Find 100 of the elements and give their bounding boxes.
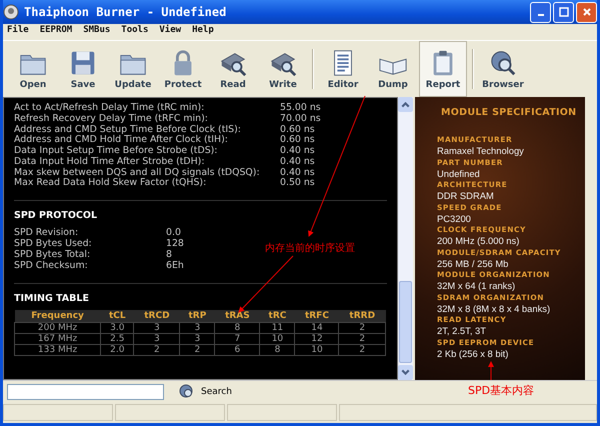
maximize-icon [558,7,568,17]
parameter-value: 6Eh [166,260,184,271]
table-cell: 6 [214,344,260,356]
spec-value: Undefined [437,168,481,179]
parameter-value: 0.0 [166,227,181,238]
table-cell: 2.0 [100,344,134,356]
column-header: tRAS [214,310,260,322]
table-cell: 7 [214,333,260,344]
menu-item[interactable]: File [7,25,29,39]
parameter-value: 8 [166,248,172,260]
column-header: tCL [100,310,134,322]
window-title: Thaiphoon Burner - Undefined [24,5,228,19]
minimize-button[interactable] [530,2,551,22]
spec-value: 32M x 8 (8M x 8 x 4 banks) [437,302,552,314]
parameter-label: Data Input Setup Time Before Strobe (tDS): [14,145,218,156]
close-icon [582,7,592,17]
scrollbar-thumb[interactable] [399,281,412,363]
toolbar-button[interactable]: Protect [159,41,207,97]
toolbar-button[interactable]: Write [259,41,307,97]
close-button[interactable] [576,2,597,22]
column-header: tRP [180,310,215,322]
toolbar-button[interactable]: Report [419,41,467,97]
table-cell: 12 [294,333,339,344]
parameter-label: SPD Revision: [14,227,80,238]
column-header: tRFC [294,310,339,322]
toolbar-button[interactable]: Editor [319,41,367,97]
menu-item[interactable]: EEPROM [40,25,72,39]
table-cell: 2 [338,322,386,334]
column-header: Frequency [14,310,101,322]
table-cell: 2 [338,333,386,344]
spec-value: 32M x 64 (1 ranks) [437,280,516,292]
table-cell: 133 MHz [14,344,101,356]
spec-value: 2 Kb (256 x 8 bit) [437,348,510,359]
app-icon [3,4,19,20]
spec-value: 200 MHz (5.000 ns) [437,235,520,246]
parameter-label: Data Input Hold Time After Strobe (tDH): [14,156,206,167]
table-cell: 10 [294,344,339,356]
search-field[interactable] [7,384,164,400]
table-cell: 3 [180,322,215,334]
menu-item[interactable]: View [159,25,182,39]
table-cell: 3 [134,322,180,334]
table-cell: 3 [180,333,215,344]
parameter-label: Act to Act/Refresh Delay Time (tRC min): [14,102,206,113]
scrollbar[interactable] [398,97,413,380]
parameter-value: 0.40 ns [280,145,315,156]
parameter-label: Max skew between DQS and all DQ signals (tDQSQ): [14,166,261,178]
table-cell: 11 [260,322,295,334]
menu-item[interactable]: Help [192,25,214,39]
parameter-label: Address and CMD Hold Time After Clock (tIH): [14,134,229,146]
spec-value: Ramaxel Technology [437,145,525,156]
spec-value: 2T, 2.5T, 3T [437,325,487,336]
spec-value: PC3200 [437,212,472,224]
parameter-label: Address and CMD Setup Time Before Clock (tIS): [14,124,242,134]
parameter-label: Refresh Recovery Delay Time (tRFC min): [14,112,209,124]
parameter-label: SPD Bytes Used: [14,238,93,250]
parameter-label: Max Read Data Hold Skew Factor (tQHS): [14,177,206,188]
toolbar-button[interactable]: Dump [369,41,417,97]
table-cell: 200 MHz [14,322,101,334]
parameter-value: 0.60 ns [280,124,315,134]
scroll-down-icon[interactable] [398,365,413,380]
parameter-value: 70.00 ns [280,112,321,124]
maximize-button[interactable] [553,2,574,22]
toolbar-button[interactable]: Save [59,41,107,97]
table-cell: 2.5 [100,333,134,344]
table-cell: 3.0 [100,322,134,334]
scroll-up-icon[interactable] [398,97,413,112]
toolbar-button[interactable]: Update [109,41,157,97]
search-button[interactable]: Search [178,383,232,401]
spec-value: DDR SDRAM [437,190,495,202]
table-cell: 3 [134,333,180,344]
table-cell: 2 [134,344,180,356]
table-cell: 2 [338,344,386,356]
column-header: tRC [260,310,295,322]
section-heading: SPD PROTOCOL [14,210,98,222]
annotation-arrow [238,256,294,313]
toolbar-button[interactable]: Open [9,41,57,97]
toolbar-button[interactable]: Read [209,41,257,97]
annotation-text: 内存当前的时序设置 [265,242,355,255]
panel-title: MODULE SPECIFICATION [441,107,578,118]
toolbar-button[interactable]: Browser [479,41,527,97]
parameter-value: 55.00 ns [280,102,321,113]
spec-value: 256 MB / 256 Mb [437,258,510,269]
section-heading: TIMING TABLE [14,292,90,304]
table-cell: 8 [214,322,260,334]
table-cell: 167 MHz [14,333,101,344]
parameter-value: 0.60 ns [280,134,315,146]
table-cell: 10 [260,333,295,344]
menu-item[interactable]: Tools [121,25,148,39]
parameter-label: SPD Bytes Total: [14,248,92,260]
parameter-value: 0.50 ns [280,177,315,188]
table-cell: 2 [180,344,215,356]
parameter-value: 0.40 ns [280,166,315,178]
minimize-icon [538,14,544,16]
menu-item[interactable]: SMBus [83,25,110,39]
table-cell: 14 [294,322,339,334]
column-header: tRRD [338,310,386,322]
table-cell: 8 [260,344,295,356]
parameter-value: 0.40 ns [280,156,315,167]
annotation-text: SPD基本内容 [468,383,534,398]
annotation-arrow [488,361,494,380]
